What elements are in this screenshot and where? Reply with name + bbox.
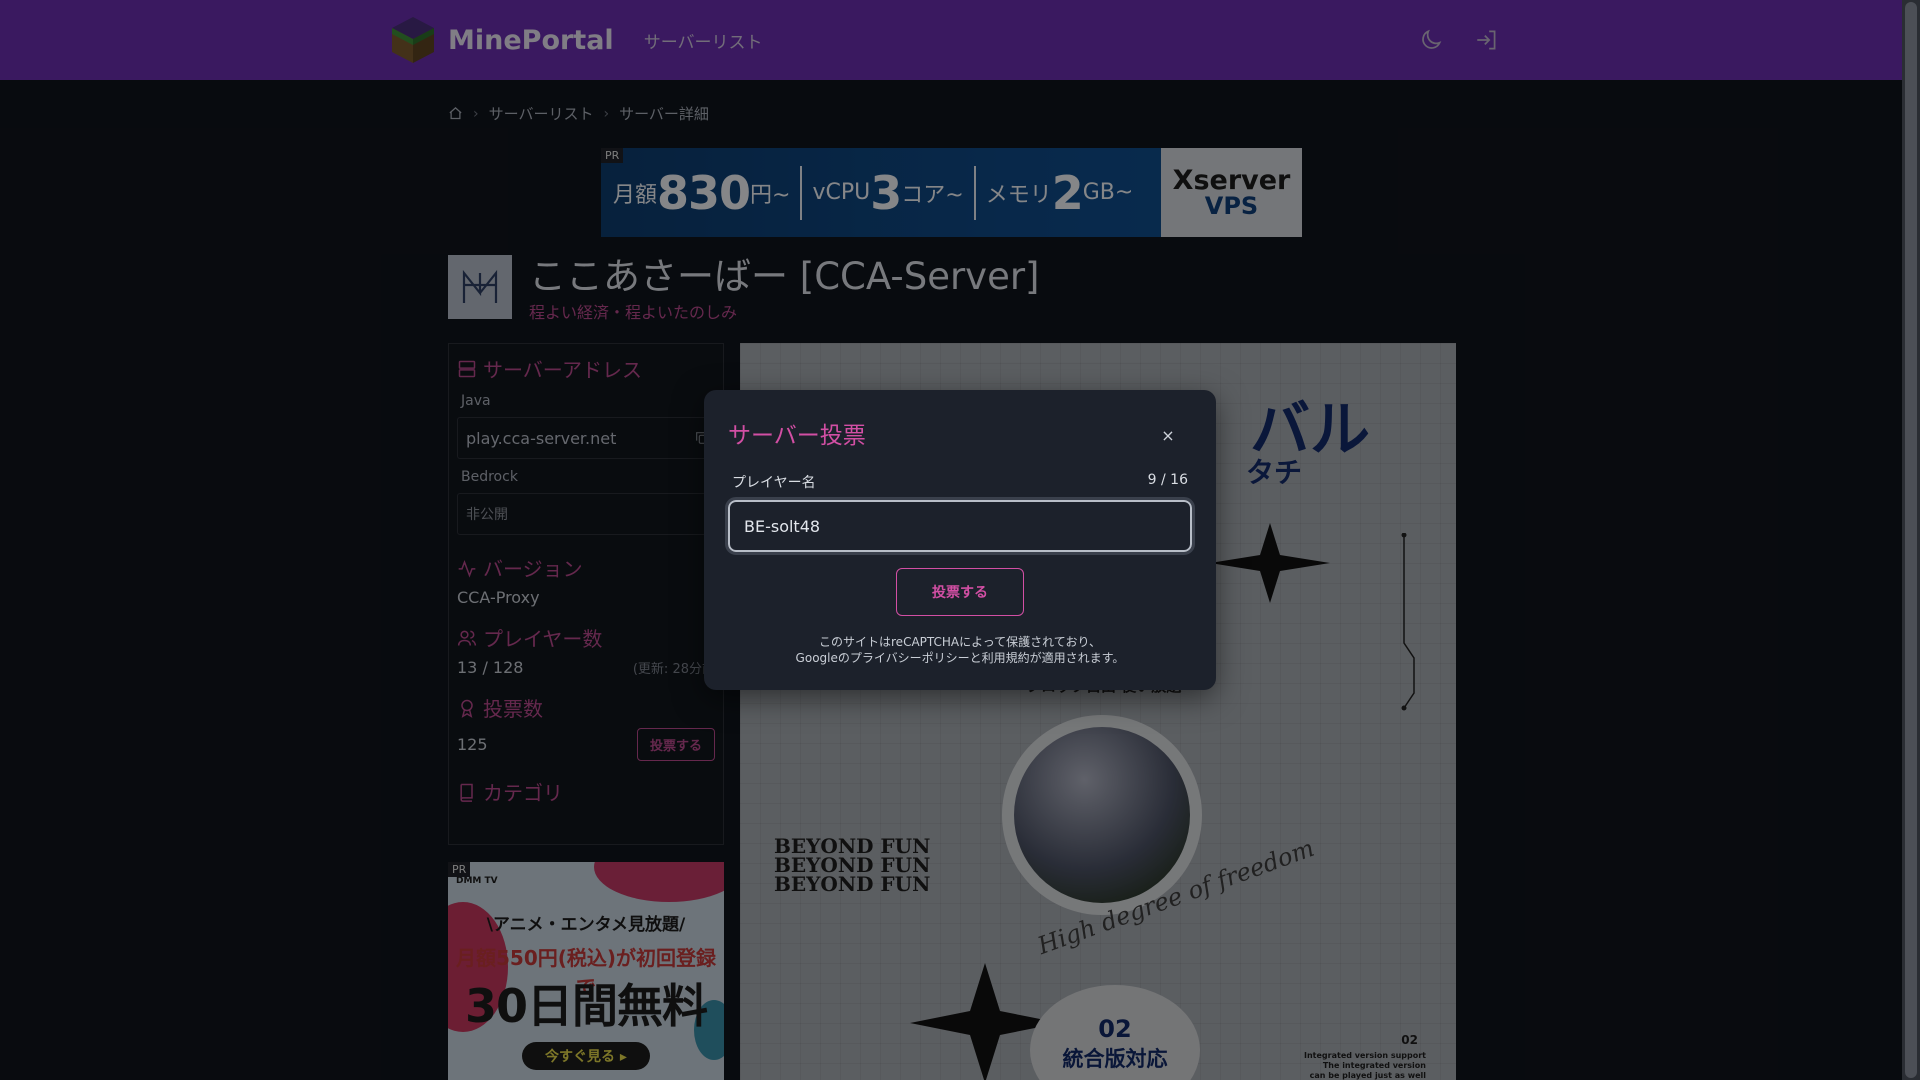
navbar: MinePortal サーバーリスト (0, 0, 1902, 80)
modal-title: サーバー投票 (728, 423, 866, 449)
char-counter: 9 / 16 (1147, 472, 1188, 488)
scrollbar[interactable] (1902, 0, 1920, 1080)
submit-vote-button[interactable]: 投票する (896, 568, 1024, 616)
scrollbar-thumb[interactable] (1905, 2, 1917, 1078)
player-name-input[interactable] (725, 497, 1195, 555)
vote-modal: サーバー投票 × プレイヤー名 9 / 16 投票する このサイトはreCAPT… (704, 390, 1216, 690)
recaptcha-line: このサイトはreCAPTCHAによって保護されており、 (819, 635, 1101, 649)
close-icon[interactable]: × (1160, 428, 1176, 444)
recaptcha-line: Googleのプライバシーポリシーと利用規約が適用されます。 (795, 651, 1125, 665)
player-field-header: プレイヤー名 9 / 16 (728, 472, 1192, 492)
player-name-label: プレイヤー名 (732, 475, 816, 491)
navbar-dim (0, 0, 1902, 80)
recaptcha-notice: このサイトはreCAPTCHAによって保護されており、 Googleのプライバシ… (728, 634, 1192, 666)
